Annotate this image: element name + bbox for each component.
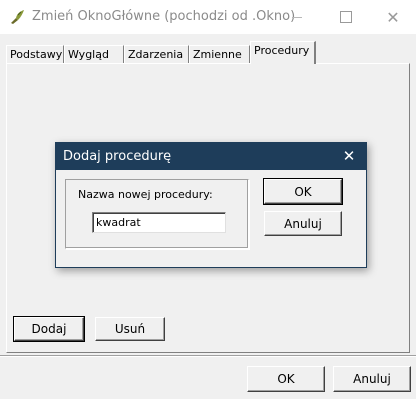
- dialog-title: Dodaj procedurę: [63, 149, 172, 164]
- dialog-titlebar[interactable]: Dodaj procedurę ✕: [56, 143, 366, 170]
- ok-button[interactable]: OK: [247, 366, 325, 392]
- minimize-button[interactable]: [274, 0, 320, 34]
- maximize-icon: [340, 11, 352, 23]
- add-button[interactable]: Dodaj: [13, 316, 85, 342]
- close-icon: ✕: [342, 147, 356, 165]
- tab-zmienne[interactable]: Zmienne: [189, 45, 250, 63]
- add-procedure-dialog: Dodaj procedurę ✕ Nazwa nowej procedury:…: [55, 142, 367, 268]
- cancel-button[interactable]: Anuluj: [333, 366, 411, 392]
- tab-zdarzenia[interactable]: Zdarzenia: [124, 45, 189, 63]
- procedure-name-label: Nazwa nowej procedury:: [78, 188, 213, 201]
- window-title: Zmień OknoGłówne (pochodzi od .Okno): [32, 9, 296, 24]
- minimize-icon: [292, 16, 302, 18]
- dialog-cancel-button[interactable]: Anuluj: [264, 211, 342, 236]
- procedure-name-group: Nazwa nowej procedury: kwadrat: [65, 179, 249, 249]
- tab-wyglad[interactable]: Wygląd: [64, 45, 124, 63]
- close-icon: ✕: [386, 7, 400, 27]
- app-icon: [11, 10, 24, 24]
- procedure-name-input[interactable]: kwadrat: [92, 212, 226, 233]
- dialog-close-button[interactable]: ✕: [337, 145, 361, 167]
- tab-procedury[interactable]: Procedury: [250, 41, 316, 64]
- remove-button[interactable]: Usuń: [95, 317, 165, 341]
- dialog-ok-button[interactable]: OK: [263, 178, 343, 205]
- window-titlebar[interactable]: Zmień OknoGłówne (pochodzi od .Okno) ✕: [0, 0, 416, 34]
- footer-separator: [0, 355, 416, 357]
- close-button[interactable]: ✕: [370, 0, 416, 34]
- maximize-button[interactable]: [323, 0, 369, 34]
- tab-podstawy[interactable]: Podstawy: [6, 45, 64, 63]
